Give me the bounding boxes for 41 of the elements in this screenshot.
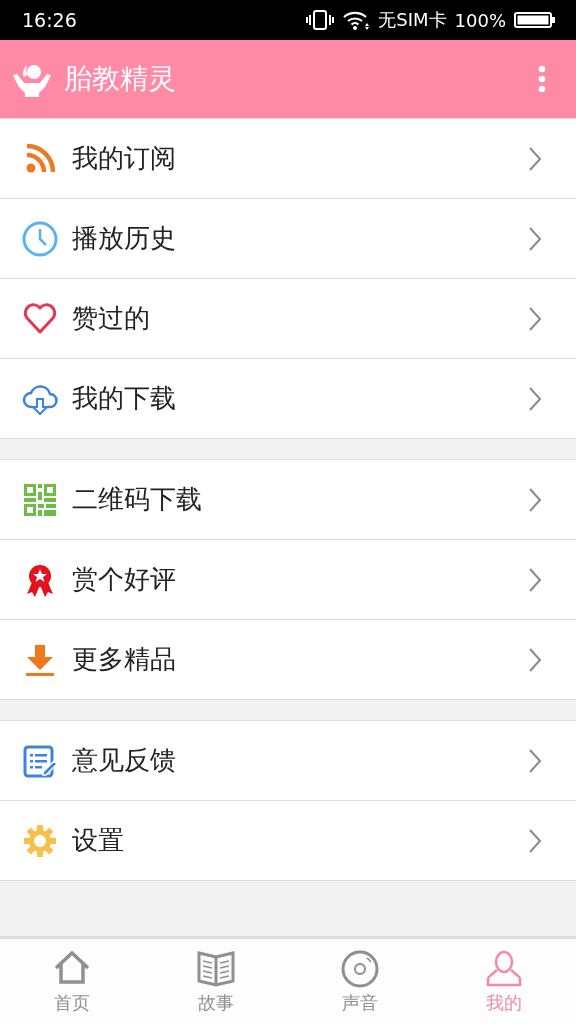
menu-item[interactable]: 意见反馈 (0, 720, 576, 800)
qr-code-icon (22, 481, 58, 518)
vibrate-icon (306, 9, 335, 31)
person-icon (484, 949, 524, 989)
menu-item[interactable]: 更多精品 (0, 619, 576, 699)
clock-time: 16:26 (22, 9, 77, 31)
chevron-right-icon (528, 225, 542, 252)
menu-item[interactable]: 赏个好评 (0, 539, 576, 619)
chevron-right-icon (528, 385, 542, 412)
book-icon (196, 949, 236, 989)
app-title: 胎教精灵 (64, 61, 177, 97)
chevron-right-icon (528, 145, 542, 172)
menu-label: 意见反馈 (72, 744, 177, 777)
more-icon (538, 65, 546, 93)
menu-item[interactable]: 二维码下载 (0, 459, 576, 539)
chevron-right-icon (528, 305, 542, 332)
gear-icon (22, 822, 58, 859)
chevron-right-icon (528, 827, 542, 854)
menu-label: 我的订阅 (72, 142, 177, 175)
menu-label: 更多精品 (72, 643, 177, 676)
menu-label: 我的下载 (72, 382, 177, 415)
battery-percent: 100% (454, 9, 506, 31)
disc-icon (340, 949, 380, 989)
menu-label: 赞过的 (72, 302, 151, 335)
menu-item[interactable]: 播放历史 (0, 198, 576, 278)
chevron-right-icon (528, 646, 542, 673)
chevron-right-icon (528, 747, 542, 774)
chevron-right-icon (528, 566, 542, 593)
clock-icon (22, 220, 58, 257)
menu-label: 设置 (72, 824, 125, 857)
menu-item[interactable]: 我的下载 (0, 358, 576, 438)
menu-item[interactable]: 我的订阅 (0, 118, 576, 198)
menu-label: 播放历史 (72, 222, 177, 255)
battery-icon (514, 11, 556, 29)
chevron-right-icon (528, 486, 542, 513)
menu-label: 二维码下载 (72, 483, 203, 516)
menu-item[interactable]: 设置 (0, 800, 576, 880)
menu-label: 赏个好评 (72, 563, 177, 596)
carrier-text: 无SIM卡 (378, 8, 447, 32)
wifi-icon (342, 9, 371, 31)
menu-item[interactable]: 赞过的 (0, 278, 576, 358)
